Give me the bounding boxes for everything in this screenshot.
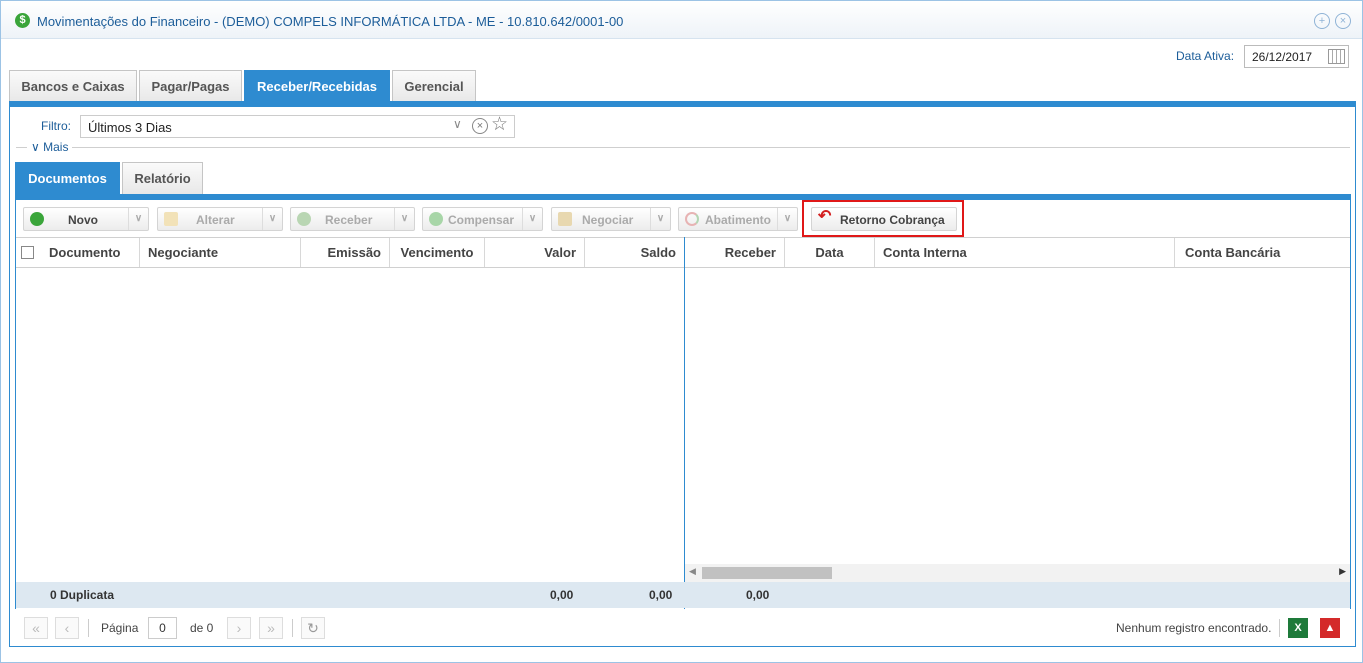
column-label-documento: Documento [49,245,121,260]
alterar-label: Alterar [196,213,235,227]
expand-icon[interactable]: + [1314,13,1330,29]
filtro-select[interactable]: Últimos 3 Dias [80,115,515,138]
receber-label: Receber [325,213,373,227]
dollar-icon: $ [15,13,30,28]
pager-separator [88,619,89,637]
column-header-emissao[interactable]: Emissão [301,238,390,267]
handshake-icon [558,212,572,226]
dollar-circle-icon [429,212,443,226]
horizontal-scrollbar[interactable]: ◀ ▶ [685,564,1350,582]
refresh-icon[interactable]: ↻ [301,617,325,639]
column-header-conta-interna[interactable]: Conta Interna [875,238,1175,267]
data-ativa-label: Data Ativa: [1176,49,1235,63]
data-ativa-field[interactable]: 26/12/2017 [1244,45,1349,68]
column-header-vencimento[interactable]: Vencimento [390,238,485,267]
data-ativa-value: 26/12/2017 [1252,50,1313,64]
negociar-button[interactable]: Negociar ∨ [551,207,671,231]
scroll-right-icon[interactable]: ▶ [1339,566,1346,577]
pager: « ‹ Página 0 de 0 › » ↻ Nenhum registro … [16,609,1350,647]
tab-gerencial[interactable]: Gerencial [392,70,476,102]
receber-dropdown-icon[interactable]: ∨ [394,208,414,230]
prev-page-icon[interactable]: ‹ [55,617,79,639]
highlight-box [802,200,964,237]
mais-label: Mais [43,140,69,154]
next-page-icon[interactable]: › [227,617,251,639]
negociar-label: Negociar [582,213,634,227]
compensar-label: Compensar [448,213,515,227]
refresh-icon [685,212,699,226]
totals-saldo: 0,00 [649,588,673,602]
edit-icon [164,212,178,226]
page-input[interactable]: 0 [148,617,177,639]
pager-separator [292,619,293,637]
abatimento-button[interactable]: Abatimento ∨ [678,207,798,231]
window-title: Movimentações do Financeiro - (DEMO) COM… [37,14,624,29]
column-header-data[interactable]: Data [785,238,875,267]
column-header-conta-bancaria[interactable]: Conta Bancária [1175,238,1350,267]
tab-receber-recebidas[interactable]: Receber/Recebidas [244,70,390,102]
mais-divider [16,147,1350,148]
totals-valor: 0,00 [550,588,574,602]
totals-count: 0 Duplicata [50,588,115,602]
column-header-documento[interactable]: Documento [16,238,140,267]
novo-label: Novo [68,213,98,227]
novo-dropdown-icon[interactable]: ∨ [128,208,148,230]
totals-row: 0 Duplicata 0,00 0,00 0,00 [16,582,1350,608]
scroll-left-icon[interactable]: ◀ [689,566,696,577]
abatimento-dropdown-icon[interactable]: ∨ [777,208,797,230]
totals-receber: 0,00 [746,588,770,602]
tab-documentos[interactable]: Documentos [15,162,120,194]
alterar-dropdown-icon[interactable]: ∨ [262,208,282,230]
column-header-saldo[interactable]: Saldo [585,238,685,267]
page-of-label: de 0 [190,621,214,635]
money-icon [297,212,311,226]
excel-export-icon[interactable]: X [1288,618,1308,638]
close-icon[interactable]: × [1335,13,1351,29]
alterar-button[interactable]: Alterar ∨ [157,207,283,231]
novo-button[interactable]: Novo ∨ [23,207,149,231]
page-label: Página [101,621,139,635]
receber-button[interactable]: Receber ∨ [290,207,415,231]
column-header-receber[interactable]: Receber [685,238,785,267]
clear-icon[interactable]: × [472,118,488,134]
scrollbar-thumb[interactable] [702,567,832,579]
column-header-valor[interactable]: Valor [485,238,585,267]
tab-pagar-pagas[interactable]: Pagar/Pagas [139,70,242,102]
records-status: Nenhum registro encontrado. [1116,621,1272,635]
add-icon [30,212,44,226]
title-bar: $ Movimentações do Financeiro - (DEMO) C… [1,1,1362,39]
star-icon[interactable]: ☆ [491,113,508,136]
pdf-export-icon[interactable]: ▲ [1320,618,1340,638]
negociar-dropdown-icon[interactable]: ∨ [650,208,670,230]
grid-split-divider[interactable] [684,237,685,609]
mais-toggle[interactable]: ∨ Mais [27,140,73,154]
first-page-icon[interactable]: « [24,617,48,639]
financeiro-window: $ Movimentações do Financeiro - (DEMO) C… [0,0,1363,663]
chevron-down-icon[interactable]: ∨ [453,117,462,131]
filtro-value: Últimos 3 Dias [88,120,172,135]
grid-header: Documento Negociante Emissão Vencimento … [16,237,1350,268]
tab-bancos-e-caixas[interactable]: Bancos e Caixas [9,70,137,102]
compensar-button[interactable]: Compensar ∨ [422,207,543,231]
compensar-dropdown-icon[interactable]: ∨ [522,208,542,230]
last-page-icon[interactable]: » [259,617,283,639]
pager-separator [1279,619,1280,637]
select-all-checkbox[interactable] [21,246,34,259]
filtro-label: Filtro: [41,119,71,133]
tab-relatorio[interactable]: Relatório [122,162,203,194]
column-header-negociante[interactable]: Negociante [140,238,301,267]
abatimento-label: Abatimento [705,213,771,227]
calendar-icon[interactable] [1328,49,1345,64]
